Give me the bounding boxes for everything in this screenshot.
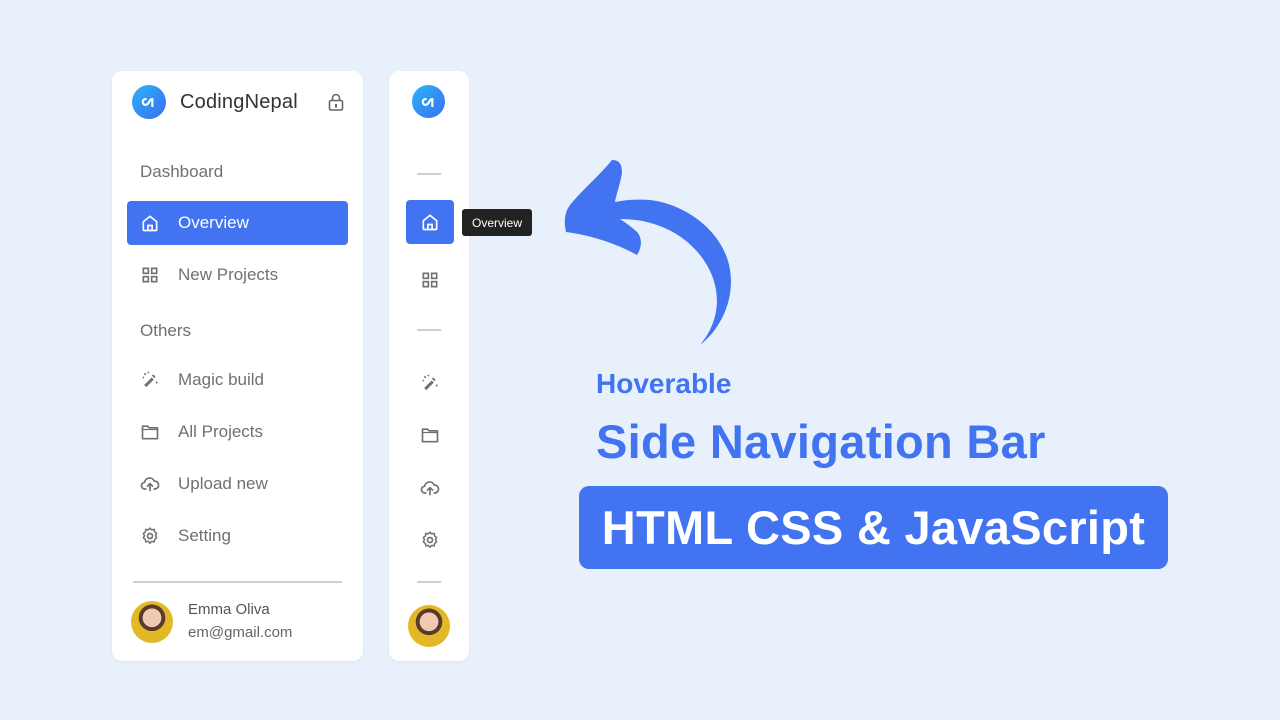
cloud-upload-icon	[420, 478, 440, 498]
sidebar-item-label: Magic build	[178, 370, 264, 389]
expanded-sidebar: CodingNepal Dashboard Overview New Proje…	[112, 71, 363, 661]
sidebar-item-magic-build[interactable]: Magic build	[127, 358, 348, 402]
logo-icon[interactable]	[132, 85, 166, 119]
magic-wand-icon	[420, 373, 440, 393]
home-icon	[140, 213, 160, 233]
folder-icon	[420, 425, 440, 445]
headline-title: Side Navigation Bar	[596, 415, 1046, 468]
collapsed-item-all-projects[interactable]	[406, 413, 454, 457]
curved-arrow-icon	[564, 160, 731, 345]
sidebar-item-all-projects[interactable]: All Projects	[127, 410, 348, 454]
sidebar-item-upload-new[interactable]: Upload new	[127, 462, 348, 506]
gear-icon	[140, 526, 160, 546]
collapsed-item-setting[interactable]	[406, 518, 454, 562]
section-dashboard: Dashboard	[140, 162, 224, 181]
gear-icon	[420, 530, 440, 550]
cloud-upload-icon	[140, 474, 160, 494]
headline-banner: HTML CSS & JavaScript	[579, 486, 1168, 569]
headline-kicker: Hoverable	[596, 368, 732, 399]
sidebar-item-label: Overview	[178, 213, 249, 232]
sidebar-item-new-projects[interactable]: New Projects	[127, 253, 348, 297]
sidebar-item-label: New Projects	[178, 265, 279, 284]
lock-icon[interactable]	[328, 93, 344, 111]
logo-icon[interactable]	[412, 85, 445, 118]
collapsed-sidebar	[389, 71, 469, 661]
collapsed-item-upload-new[interactable]	[406, 466, 454, 510]
divider	[417, 329, 441, 331]
sidebar-item-label: All Projects	[178, 422, 264, 441]
divider	[417, 581, 441, 583]
sidebar-item-label: Setting	[178, 526, 231, 545]
collapsed-item-overview[interactable]	[406, 200, 454, 244]
home-icon	[420, 212, 440, 232]
divider	[133, 581, 342, 583]
divider	[417, 173, 441, 175]
grid-icon	[420, 270, 440, 290]
user-email: em@gmail.com	[188, 624, 293, 641]
sidebar-item-overview[interactable]: Overview	[127, 201, 348, 245]
magic-wand-icon	[140, 370, 160, 390]
collapsed-item-new-projects[interactable]	[406, 258, 454, 302]
grid-icon	[140, 265, 160, 285]
collapsed-item-magic-build[interactable]	[406, 361, 454, 405]
folder-icon	[140, 422, 160, 442]
sidebar-item-setting[interactable]: Setting	[127, 514, 348, 558]
brand-name: CodingNepal	[180, 91, 298, 113]
sidebar-item-label: Upload new	[178, 474, 268, 493]
tooltip: Overview	[462, 209, 533, 236]
avatar[interactable]	[131, 601, 173, 643]
section-others: Others	[140, 321, 192, 340]
user-name: Emma Oliva	[188, 601, 270, 618]
avatar[interactable]	[408, 605, 450, 647]
